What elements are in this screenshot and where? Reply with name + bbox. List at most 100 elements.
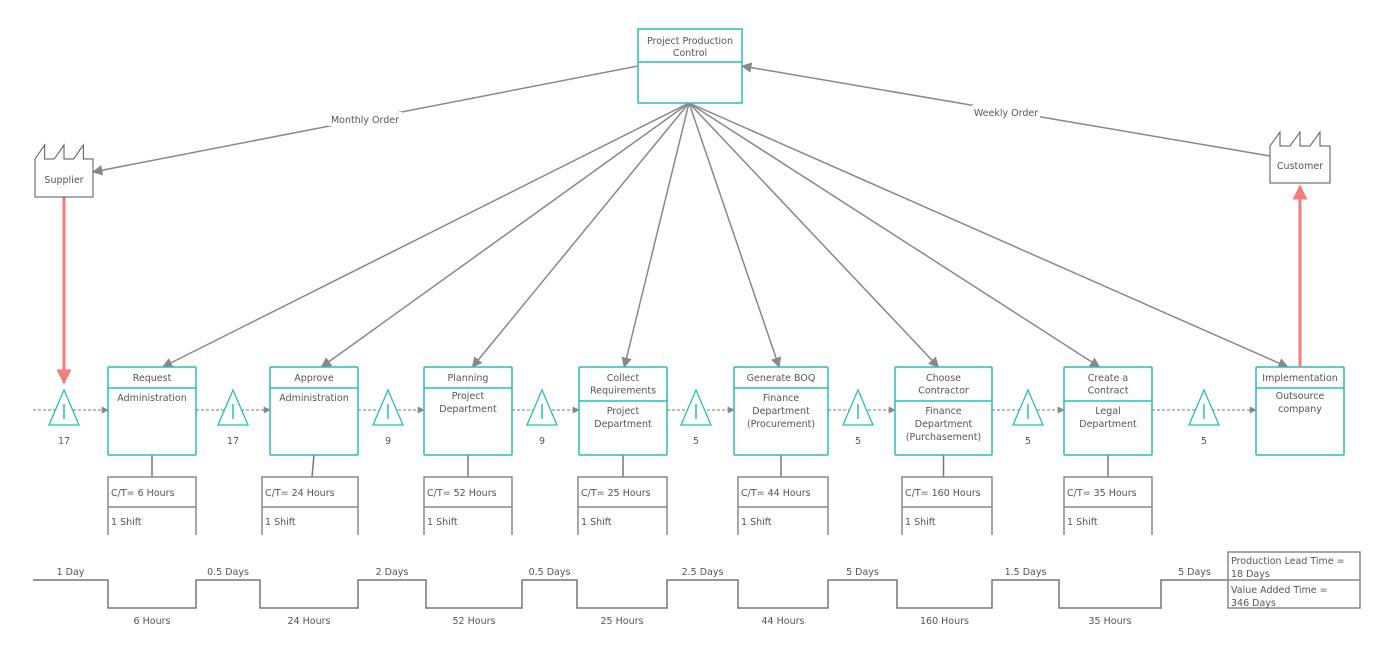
process-department: Department — [1079, 419, 1137, 430]
process-title: Choose — [926, 373, 961, 384]
process-title: Request — [133, 373, 172, 384]
process-box: Planning Project Department — [423, 366, 513, 456]
data-box: C/T= 160 Hours 1 Shift — [901, 476, 993, 535]
cycle-time: C/T= 25 Hours — [581, 488, 651, 499]
process-department: Project — [607, 406, 640, 417]
data-box: C/T= 35 Hours 1 Shift — [1063, 476, 1153, 535]
lead-time-label: Production Lead Time = — [1231, 556, 1345, 567]
information-arrow — [688, 102, 940, 368]
processing-time: 24 Hours — [288, 616, 331, 627]
production-control-title: Control — [673, 48, 707, 59]
process-title: Contract — [1088, 386, 1129, 397]
inventory-count: 5 — [855, 436, 861, 447]
process-box: Generate BOQ Finance Department (Procuremen… — [733, 366, 829, 456]
process-box: Approve Administration — [269, 366, 359, 456]
process-title: Requirements — [590, 386, 656, 397]
process-department: Department — [594, 419, 652, 430]
process-title: Planning — [448, 373, 489, 384]
process-box: Collect Requirements Project Department — [578, 366, 668, 456]
process-department: (Procurement) — [747, 419, 815, 430]
data-box: C/T= 6 Hours 1 Shift — [107, 476, 197, 535]
process-department: (Purchasement) — [906, 432, 981, 443]
processing-time: 44 Hours — [762, 616, 805, 627]
value-added-value: 346 Days — [1231, 598, 1276, 609]
shift-count: 1 Shift — [1067, 517, 1098, 528]
value-stream-map: Project ProductionControl Supplier Custome… — [33, 28, 1361, 627]
inventory-count: 9 — [539, 436, 545, 447]
process-department: Legal — [1095, 406, 1120, 417]
process-department: Department — [915, 419, 973, 430]
waiting-time: 2.5 Days — [682, 567, 724, 578]
cycle-time: C/T= 44 Hours — [741, 488, 811, 499]
process-title: Collect — [607, 373, 640, 384]
process-title: Create a — [1088, 373, 1128, 384]
process-title: Approve — [294, 373, 334, 384]
process-department: Department — [752, 406, 810, 417]
factory-icon — [1269, 130, 1331, 184]
inventory-count: 17 — [58, 436, 70, 447]
shift-count: 1 Shift — [581, 517, 612, 528]
data-box: C/T= 44 Hours 1 Shift — [737, 476, 829, 535]
shift-count: 1 Shift — [111, 517, 142, 528]
supplier: Supplier — [34, 143, 94, 198]
shift-count: 1 Shift — [905, 517, 936, 528]
value-added-label: Value Added Time = — [1231, 585, 1328, 596]
summary-box: Production Lead Time = 18 Days Value Added… — [1227, 551, 1361, 609]
information-arrow — [688, 102, 1101, 368]
processing-time: 160 Hours — [920, 616, 969, 627]
information-arrow — [688, 102, 782, 368]
shift-count: 1 Shift — [741, 517, 772, 528]
data-box: C/T= 24 Hours 1 Shift — [261, 476, 359, 535]
customer-label: Customer — [1277, 161, 1323, 172]
cycle-time: C/T= 160 Hours — [905, 488, 981, 499]
cycle-time: C/T= 52 Hours — [427, 488, 497, 499]
process-department: company — [1278, 404, 1322, 415]
factory-icon — [34, 143, 94, 198]
waiting-time: 1.5 Days — [1005, 567, 1047, 578]
waiting-time: 0.5 Days — [207, 567, 249, 578]
waiting-time: 2 Days — [376, 567, 409, 578]
process-department: Administration — [117, 393, 187, 404]
timeline-ladder — [33, 579, 1228, 609]
processing-time: 6 Hours — [134, 616, 171, 627]
waiting-time: 1 Day — [57, 567, 85, 578]
shift-count: 1 Shift — [265, 517, 296, 528]
lead-time-value: 18 Days — [1231, 569, 1270, 580]
waiting-time: 0.5 Days — [529, 567, 571, 578]
production-control-title: Project Production — [647, 36, 733, 47]
process-box: Implementation Outsource company — [1255, 366, 1345, 456]
monthly-order-label: Monthly Order — [331, 115, 399, 126]
process-department: Administration — [279, 393, 349, 404]
process-title: Generate BOQ — [747, 373, 816, 384]
inventory-count: 17 — [227, 436, 239, 447]
cycle-time: C/T= 24 Hours — [265, 488, 335, 499]
process-title: Implementation — [1262, 373, 1337, 384]
process-box: Choose Contractor Finance Department (Purcha… — [894, 366, 993, 456]
inventory-count: 5 — [1201, 436, 1207, 447]
process-department: Project — [452, 391, 485, 402]
supplier-label: Supplier — [44, 175, 83, 186]
data-box: C/T= 52 Hours 1 Shift — [423, 476, 513, 535]
process-box: Create a Contract Legal Department — [1063, 366, 1153, 456]
weekly-order-label: Weekly Order — [974, 108, 1038, 119]
inventory-count: 5 — [693, 436, 699, 447]
processing-time: 52 Hours — [453, 616, 496, 627]
process-box: Request Administration — [107, 366, 197, 456]
process-title: Contractor — [918, 386, 969, 397]
cycle-time: C/T= 6 Hours — [111, 488, 175, 499]
waiting-time: 5 Days — [846, 567, 879, 578]
process-department: Finance — [925, 406, 961, 417]
inventory-count: 5 — [1025, 436, 1031, 447]
data-box: C/T= 25 Hours 1 Shift — [577, 476, 668, 535]
processing-time: 35 Hours — [1089, 616, 1132, 627]
processing-time: 25 Hours — [601, 616, 644, 627]
shift-count: 1 Shift — [427, 517, 458, 528]
process-department: Department — [439, 404, 497, 415]
process-department: Outsource — [1276, 391, 1325, 402]
process-department: Finance — [763, 393, 799, 404]
cycle-time: C/T= 35 Hours — [1067, 488, 1137, 499]
customer: Customer — [1269, 130, 1331, 184]
connector — [311, 454, 315, 478]
inventory-count: 9 — [385, 436, 391, 447]
information-arrow — [688, 102, 1289, 368]
